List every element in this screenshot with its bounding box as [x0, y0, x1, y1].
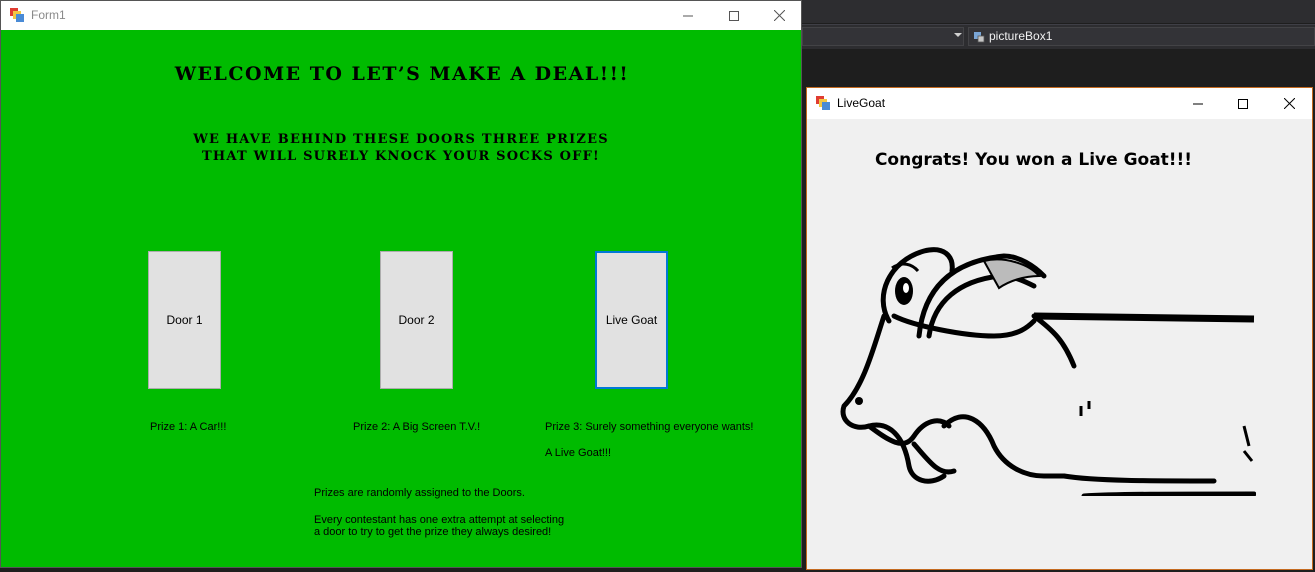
prize-3-detail: A Live Goat!!! — [545, 447, 612, 459]
minimize-button[interactable] — [665, 1, 711, 30]
close-icon — [1283, 98, 1295, 109]
maximize-icon — [1238, 98, 1248, 109]
info-line-1: Prizes are randomly assigned to the Door… — [314, 487, 525, 499]
welcome-heading: WELCOME TO LET’S MAKE A DEAL!!! — [174, 63, 630, 85]
close-button[interactable] — [1266, 88, 1312, 119]
maximize-icon — [729, 10, 739, 21]
livegoat-titlebar[interactable]: LiveGoat — [807, 88, 1312, 119]
minimize-icon — [683, 15, 693, 16]
chevron-down-icon[interactable] — [954, 33, 962, 37]
ide-menu-strip — [802, 0, 1315, 23]
subheading-line-2: THAT WILL SURELY KNOCK YOUR SOCKS OFF! — [202, 149, 600, 164]
prize-2-label: Prize 2: A Big Screen T.V.! — [353, 421, 481, 433]
minimize-button[interactable] — [1175, 88, 1221, 119]
close-button[interactable] — [756, 1, 802, 30]
prize-3-label: Prize 3: Surely something everyone wants… — [545, 421, 754, 433]
prize-1-label: Prize 1: A Car!!! — [150, 421, 227, 433]
minimize-icon — [1193, 103, 1203, 104]
close-icon — [773, 10, 785, 21]
subheading: WE HAVE BEHIND THESE DOORS THREE PRIZES … — [151, 131, 651, 165]
subheading-line-1: WE HAVE BEHIND THESE DOORS THREE PRIZES — [193, 132, 609, 147]
ide-combo-label: pictureBox1 — [989, 29, 1053, 43]
form1-titlebar[interactable]: Form1 — [1, 1, 801, 30]
info-line-3: a door to try to get the prize they alwa… — [314, 526, 552, 538]
congrats-message: Congrats! You won a Live Goat!!! — [874, 150, 1193, 170]
component-icon — [974, 32, 985, 43]
app-icon — [10, 8, 24, 22]
info-line-2: Every contestant has one extra attempt a… — [314, 514, 565, 526]
door-3-button[interactable]: Live Goat — [595, 251, 668, 389]
maximize-button[interactable] — [1220, 88, 1266, 119]
window-title: LiveGoat — [837, 96, 886, 110]
form1-window: Form1 WELCOME TO LET’S MAKE A DEAL!!! WE… — [0, 0, 802, 568]
goat-drawing — [840, 247, 1256, 496]
livegoat-window: LiveGoat Congrats! You won a Live Goat!!… — [806, 87, 1313, 570]
maximize-button[interactable] — [711, 1, 757, 30]
app-icon — [816, 96, 830, 110]
ide-component-combo[interactable]: pictureBox1 — [968, 27, 1315, 46]
window-title: Form1 — [31, 8, 66, 22]
ide-object-dropdown[interactable] — [802, 27, 964, 46]
door-2-button[interactable]: Door 2 — [380, 251, 453, 389]
door-1-button[interactable]: Door 1 — [148, 251, 221, 389]
